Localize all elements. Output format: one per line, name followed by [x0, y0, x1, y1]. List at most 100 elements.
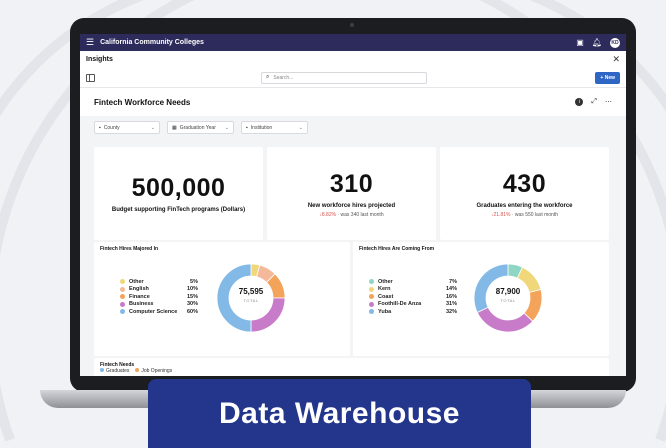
fintech-needs-card: Fintech Needs Graduates Job Openings: [94, 358, 609, 376]
kpi-label: Graduates entering the workforce: [476, 202, 573, 209]
legend-item: English 10%: [120, 286, 198, 294]
filter-graduation-year[interactable]: ▦ Graduation Year ⌄: [167, 121, 234, 134]
legend-swatch: [135, 368, 140, 372]
legend-item: Coast 16%: [369, 293, 457, 301]
legend-value: 15%: [186, 293, 198, 300]
chevron-down-icon: ⌄: [224, 124, 229, 131]
filter-label: County: [103, 124, 120, 131]
avatar[interactable]: KD: [610, 37, 620, 48]
legend-swatch: [120, 309, 125, 315]
donut-total-value: 87,900: [495, 287, 521, 296]
legend-value: 7%: [449, 278, 457, 285]
info-icon[interactable]: i: [575, 98, 584, 106]
search-placeholder: Search...: [273, 74, 294, 81]
filter-label: Graduation Year: [179, 124, 216, 131]
delta-percent: ↓8.82%: [319, 211, 337, 218]
legend-label: Other: [378, 278, 393, 285]
kpi-card-hires: 310 New workforce hires projected ↓8.82%…: [267, 147, 436, 240]
legend-swatch: [369, 279, 374, 285]
legend-label: Yuba: [378, 308, 392, 315]
panel-title: Insights: [86, 56, 113, 63]
filter-institution[interactable]: ▪ Institution ⌄: [241, 121, 308, 134]
new-button[interactable]: + New: [595, 71, 620, 84]
kpi-card-graduates: 430 Graduates entering the workforce ↓21…: [440, 147, 609, 240]
legend-item: Business 30%: [120, 301, 198, 309]
building-icon: ▪: [246, 124, 248, 131]
legend-value: 32%: [445, 308, 457, 315]
donut-total-value: 75,595: [238, 287, 264, 296]
legend-value: 14%: [445, 286, 457, 293]
chart-legend: Other 5% English 10% Finance 15% Business 30…: [120, 278, 198, 316]
chart-legend: Graduates Job Openings: [100, 368, 172, 374]
legend-swatch: [120, 279, 125, 285]
laptop-camera: [350, 23, 354, 27]
banner-title: Data Warehouse: [219, 396, 460, 430]
more-options-icon[interactable]: ⋯: [605, 98, 612, 106]
legend-label: Coast: [378, 293, 394, 300]
legend-label: English: [129, 286, 149, 293]
laptop-screen: ☰ California Community Colleges ▣ 🔔︎ KD …: [80, 34, 626, 376]
legend-label: Other: [129, 278, 144, 285]
legend-swatch: [100, 368, 104, 372]
legend-swatch: [369, 309, 374, 315]
delta-comparison: · was 340 last month: [336, 211, 384, 218]
legend-label: Finance: [129, 293, 150, 300]
filter-label: Institution: [250, 124, 273, 131]
kpi-label: Budget supporting FinTech programs (Doll…: [111, 207, 246, 213]
close-icon[interactable]: ✕: [612, 54, 620, 65]
search-icon: ⌕: [266, 74, 270, 80]
legend-value: 60%: [186, 308, 198, 315]
delta-comparison: · was 550 last month: [510, 211, 558, 218]
panel-header: Insights ✕: [80, 51, 626, 68]
legend-label: Foothill-De Anza: [378, 301, 422, 308]
legend-item: Other 7%: [369, 278, 457, 286]
legend-value: 16%: [445, 293, 457, 300]
legend-item: Kern 14%: [369, 286, 457, 294]
expand-icon[interactable]: ⤢: [591, 98, 597, 106]
card-title: Fintech Hires Majored In: [100, 246, 159, 252]
kpi-value: 310: [329, 169, 374, 198]
legend-item: Job Openings: [135, 368, 172, 374]
kpi-label: New workforce hires projected: [307, 202, 396, 209]
filter-bar: ▪ County ⌄ ▦ Graduation Year ⌄ ▪ Institu…: [80, 116, 626, 139]
legend-value: 31%: [445, 301, 457, 308]
legend-item: Finance 15%: [120, 293, 198, 301]
donut-slice-foothill-de-anza[interactable]: [476, 306, 534, 333]
search-input[interactable]: ⌕ Search...: [261, 71, 427, 84]
calendar-icon[interactable]: ▣: [576, 38, 584, 47]
legend-label: Business: [129, 301, 154, 308]
filter-county[interactable]: ▪ County ⌄: [94, 121, 160, 134]
delta-percent: ↓21.81%: [491, 211, 511, 218]
legend-swatch: [120, 294, 125, 300]
chart-legend: Other 7% Kern 14% Coast 16% Foothill-De Anz…: [369, 278, 457, 316]
card-title: Fintech Hires Are Coming From: [359, 246, 435, 252]
legend-label: Kern: [378, 286, 391, 293]
legend-value: 10%: [186, 286, 198, 293]
chevron-down-icon: ⌄: [150, 124, 155, 131]
legend-item: Computer Science 60%: [120, 308, 198, 316]
chevron-down-icon: ⌄: [298, 124, 303, 131]
kpi-delta: ↓8.82% · was 340 last month: [319, 212, 383, 218]
legend-item: Other 5%: [120, 278, 198, 286]
sidebar-toggle-icon[interactable]: [86, 73, 95, 82]
donut-total-label: TOTAL: [243, 298, 259, 303]
legend-label: Graduates: [106, 368, 130, 374]
kpi-value: 430: [502, 169, 547, 198]
legend-swatch: [120, 301, 125, 307]
coming-from-chart-card: Fintech Hires Are Coming From Other 7% Ke…: [353, 242, 609, 356]
legend-value: 5%: [190, 278, 198, 285]
app-topbar: ☰ California Community Colleges ▣ 🔔︎ KD: [80, 34, 626, 51]
legend-swatch: [369, 294, 374, 300]
legend-swatch: [369, 286, 374, 292]
app-title: California Community Colleges: [100, 39, 204, 46]
toolbar: ⌕ Search... + New: [80, 68, 626, 88]
donut-slice-business[interactable]: [250, 297, 286, 333]
donut-total-label: TOTAL: [500, 298, 516, 303]
kpi-delta: ↓21.81% · was 550 last month: [491, 212, 558, 218]
kpi-value: 500,000: [131, 174, 226, 202]
legend-item: Foothill-De Anza 31%: [369, 301, 457, 309]
bell-icon[interactable]: 🔔︎: [592, 38, 602, 47]
hamburger-menu-icon[interactable]: ☰: [86, 38, 94, 47]
legend-swatch: [120, 286, 125, 292]
legend-value: 30%: [186, 301, 198, 308]
